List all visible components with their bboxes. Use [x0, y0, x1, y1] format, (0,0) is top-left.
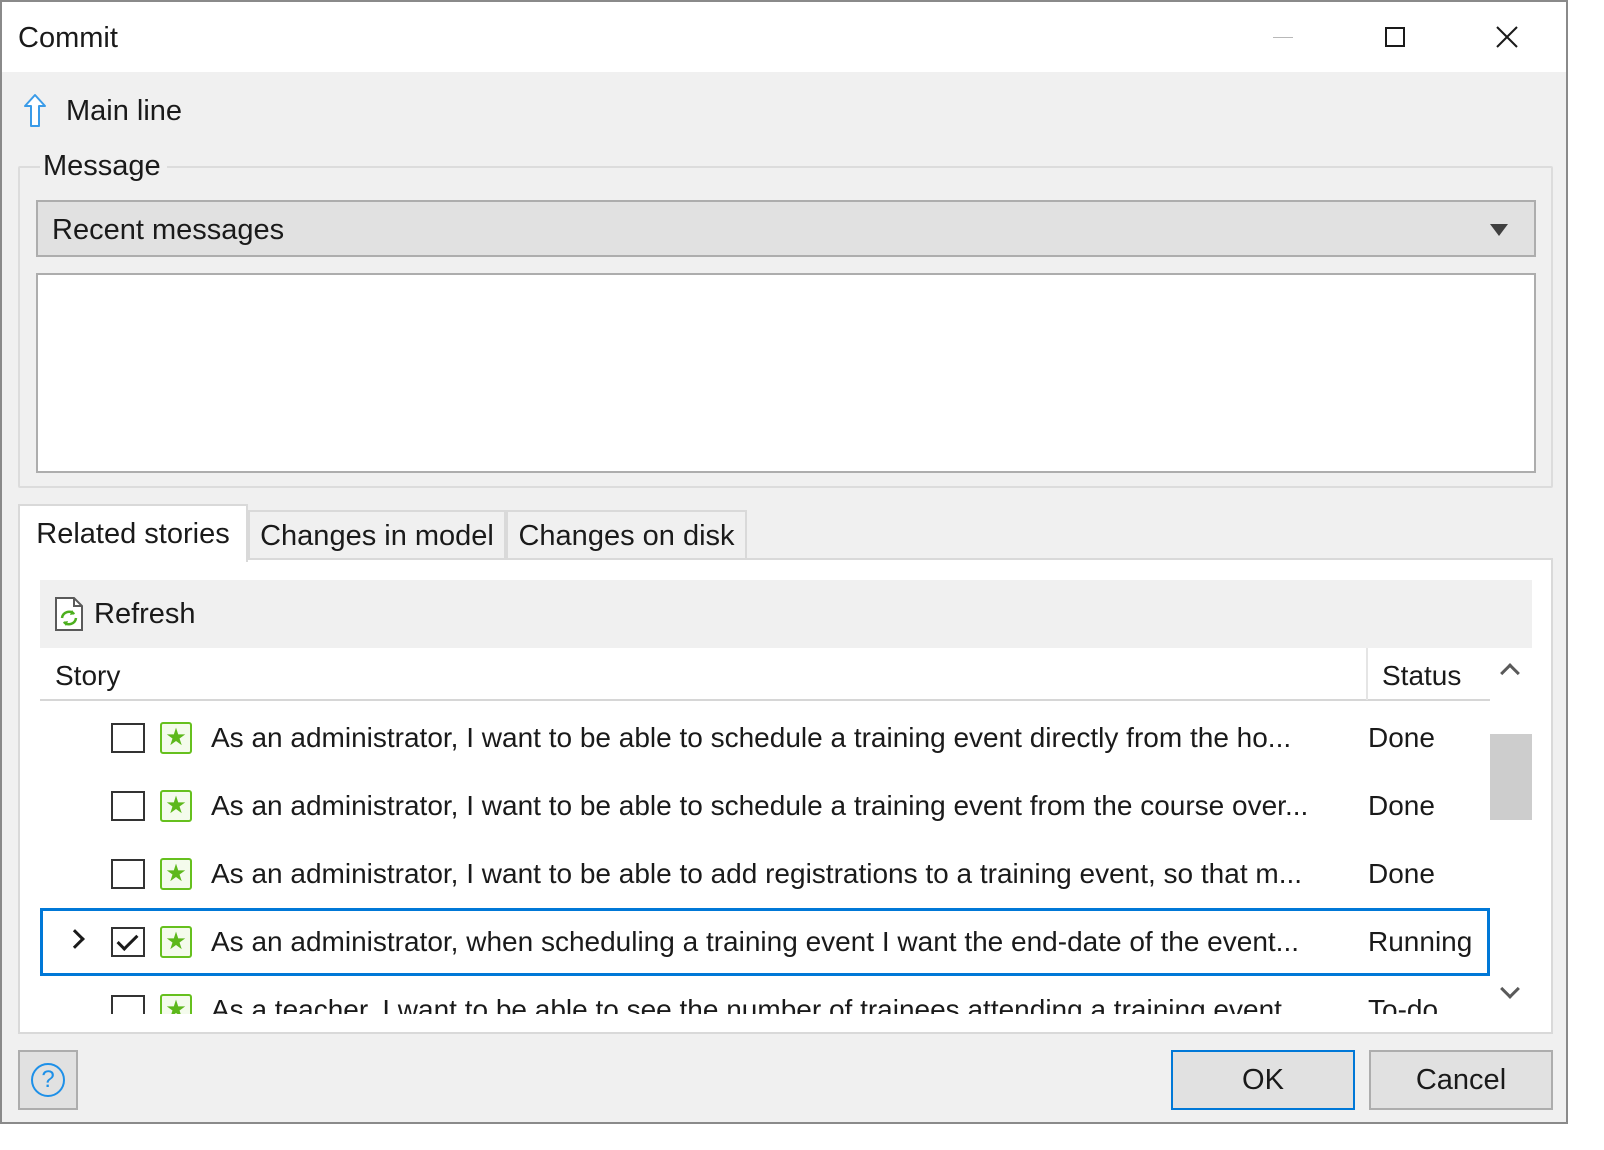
- commit-message-input[interactable]: [36, 273, 1536, 473]
- column-divider[interactable]: [1366, 648, 1368, 700]
- story-title: As an administrator, when scheduling a t…: [211, 926, 1300, 957]
- story-star-icon: ★: [160, 790, 192, 822]
- story-title: As an administrator, I want to be able t…: [211, 790, 1309, 821]
- chevron-up-icon[interactable]: [1500, 663, 1520, 683]
- recent-messages-label: Recent messages: [52, 214, 285, 246]
- table-row[interactable]: ★ As an administrator, I want to be able…: [40, 772, 1490, 840]
- story-star-icon: ★: [160, 994, 192, 1014]
- chevron-down-icon: [1490, 224, 1508, 236]
- story-checkbox-checked[interactable]: [111, 927, 145, 957]
- ok-button[interactable]: OK: [1171, 1050, 1355, 1110]
- maximize-icon: [1385, 27, 1405, 47]
- table-row-selected[interactable]: ★ As an administrator, when scheduling a…: [40, 908, 1490, 976]
- close-icon: [1496, 26, 1518, 48]
- story-checkbox[interactable]: [111, 859, 145, 889]
- story-status: Running: [1368, 926, 1473, 957]
- recent-messages-dropdown[interactable]: Recent messages: [36, 200, 1536, 257]
- tab-related-stories[interactable]: Related stories: [18, 504, 248, 562]
- refresh-button[interactable]: Refresh: [40, 580, 200, 648]
- help-button[interactable]: ?: [18, 1050, 78, 1110]
- branch-indicator: Main line: [22, 86, 182, 136]
- story-checkbox[interactable]: [111, 791, 145, 821]
- window-title: Commit: [18, 22, 118, 54]
- chevron-down-icon[interactable]: [1500, 979, 1520, 999]
- help-icon: ?: [31, 1063, 65, 1097]
- commit-dialog: Commit Main line Message Recent messages…: [0, 0, 1568, 1124]
- message-group-label: Message: [40, 150, 167, 183]
- story-checkbox[interactable]: [111, 723, 145, 753]
- story-status: To-do: [1368, 994, 1439, 1014]
- story-title: As a teacher, I want to be able to see t…: [211, 994, 1306, 1014]
- up-arrow-icon: [24, 94, 46, 127]
- minimize-icon: [1273, 36, 1293, 38]
- story-status: Done: [1368, 858, 1435, 889]
- stories-list: ★ As an administrator, I want to be able…: [40, 702, 1490, 1014]
- stories-list-header: Story Status: [40, 648, 1490, 701]
- story-star-icon: ★: [160, 926, 192, 958]
- chevron-right-icon[interactable]: [65, 929, 85, 949]
- minimize-button[interactable]: [1228, 2, 1338, 72]
- stories-scrollbar[interactable]: [1490, 648, 1532, 1014]
- refresh-icon: [55, 597, 83, 631]
- story-status: Done: [1368, 722, 1435, 753]
- maximize-button[interactable]: [1340, 2, 1450, 72]
- scrollbar-thumb[interactable]: [1490, 734, 1532, 820]
- table-row[interactable]: ★ As a teacher, I want to be able to see…: [40, 976, 1490, 1014]
- branch-name: Main line: [66, 94, 183, 127]
- story-star-icon: ★: [160, 722, 192, 754]
- close-button[interactable]: [1452, 2, 1562, 72]
- checkmark-icon: [116, 929, 139, 951]
- cancel-button[interactable]: Cancel: [1369, 1050, 1553, 1110]
- story-title: As an administrator, I want to be able t…: [211, 858, 1303, 889]
- table-row[interactable]: ★ As an administrator, I want to be able…: [40, 840, 1490, 908]
- tab-changes-on-disk[interactable]: Changes on disk: [506, 510, 747, 560]
- table-row[interactable]: ★ As an administrator, I want to be able…: [40, 704, 1490, 772]
- tab-changes-in-model[interactable]: Changes in model: [248, 510, 506, 560]
- column-header-story[interactable]: Story: [55, 660, 120, 692]
- column-header-status[interactable]: Status: [1382, 660, 1461, 692]
- story-title: As an administrator, I want to be able t…: [211, 722, 1292, 753]
- refresh-label: Refresh: [94, 598, 196, 630]
- story-star-icon: ★: [160, 858, 192, 890]
- story-checkbox[interactable]: [111, 995, 145, 1014]
- story-status: Done: [1368, 790, 1435, 821]
- stories-toolbar: Refresh: [40, 580, 1532, 648]
- title-bar: Commit: [2, 2, 1566, 72]
